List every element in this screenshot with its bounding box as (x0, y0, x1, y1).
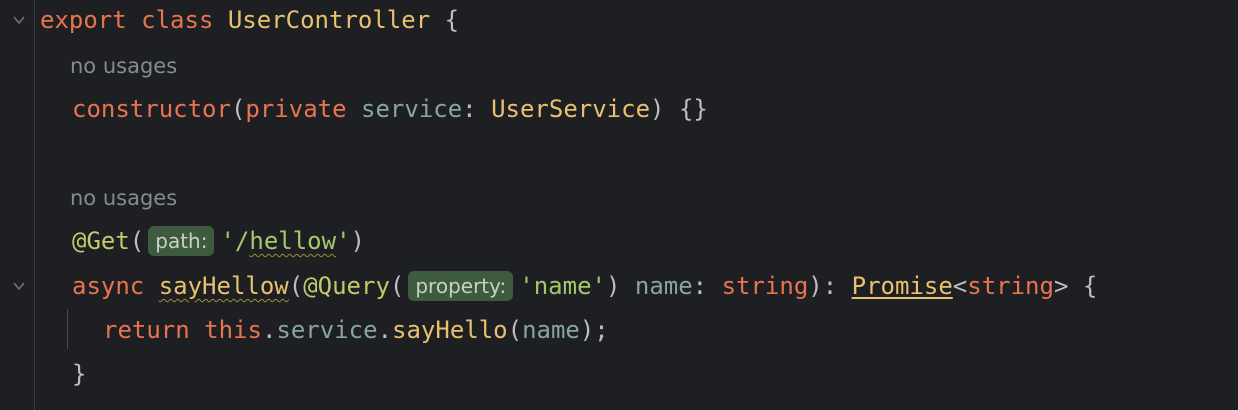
keyword-private: private (245, 95, 347, 123)
generic-open: < (952, 272, 968, 300)
code-editor[interactable]: export class UserController { no usages … (0, 0, 1238, 410)
indent-guide (67, 309, 68, 349)
code-line-class-declaration[interactable]: export class UserController { (40, 5, 459, 35)
paren-close: ) (605, 272, 621, 300)
method-name-say-hellow[interactable]: sayHellow (159, 272, 289, 300)
empty-body: {} (678, 95, 708, 123)
inlay-hint-property: property: (408, 271, 514, 301)
code-line-constructor[interactable]: constructor(private service: UserService… (72, 94, 708, 124)
keyword-class: class (141, 6, 214, 34)
decorator-query: @Query (303, 272, 390, 300)
keyword-export: export (40, 6, 127, 34)
fold-chevron-icon[interactable] (12, 279, 26, 293)
paren-open: ( (288, 272, 304, 300)
keyword-return: return (103, 316, 190, 344)
arg-name: name (522, 316, 580, 344)
usage-hint[interactable]: no usages (70, 185, 177, 211)
generic-close: > (1053, 272, 1069, 300)
inlay-hint-path: path: (148, 226, 215, 256)
string-name: 'name' (519, 272, 606, 300)
type-string: string (721, 272, 809, 300)
method-say-hello: sayHello (392, 316, 508, 344)
dot: . (377, 316, 393, 344)
string-path-typo[interactable]: hellow (249, 227, 336, 255)
usage-hint[interactable]: no usages (70, 53, 177, 79)
keyword-this: this (204, 316, 262, 344)
fold-chevron-icon[interactable] (12, 13, 26, 27)
colon: : (462, 95, 477, 123)
code-line-return[interactable]: return this.service.sayHello(name); (103, 315, 609, 345)
code-line-method-signature[interactable]: async sayHellow(@Query(property:'name') … (72, 271, 1097, 301)
code-line-close-brace[interactable]: } (72, 359, 86, 389)
paren-open: ( (389, 272, 405, 300)
paren-close: ) (650, 95, 665, 123)
keyword-constructor: constructor (72, 95, 231, 123)
string-quote-close: ' (336, 227, 351, 255)
paren-open: ( (507, 316, 523, 344)
class-name: UserController (227, 6, 431, 34)
paren-open: ( (230, 95, 246, 123)
close-brace: } (72, 360, 87, 388)
type-promise[interactable]: Promise (852, 272, 953, 300)
dot: . (261, 316, 277, 344)
type-user-service: UserService (491, 95, 651, 123)
param-service: service (361, 95, 463, 123)
colon: : (692, 272, 708, 300)
param-name: name (634, 272, 693, 300)
paren-close: ): (808, 272, 838, 300)
paren-open: ( (129, 227, 145, 255)
gutter-divider (34, 0, 35, 410)
generic-type-string: string (967, 272, 1054, 300)
open-brace: { (444, 6, 460, 34)
string-quote-open: '/ (220, 227, 250, 255)
paren-close: ) (350, 227, 365, 255)
paren-close-semicolon: ); (579, 316, 609, 344)
open-brace: { (1082, 272, 1098, 300)
member-service: service (276, 316, 378, 344)
code-line-get-decorator[interactable]: @Get(path: '/hellow') (72, 226, 365, 256)
decorator-get: @Get (72, 227, 130, 255)
keyword-async: async (72, 272, 145, 300)
